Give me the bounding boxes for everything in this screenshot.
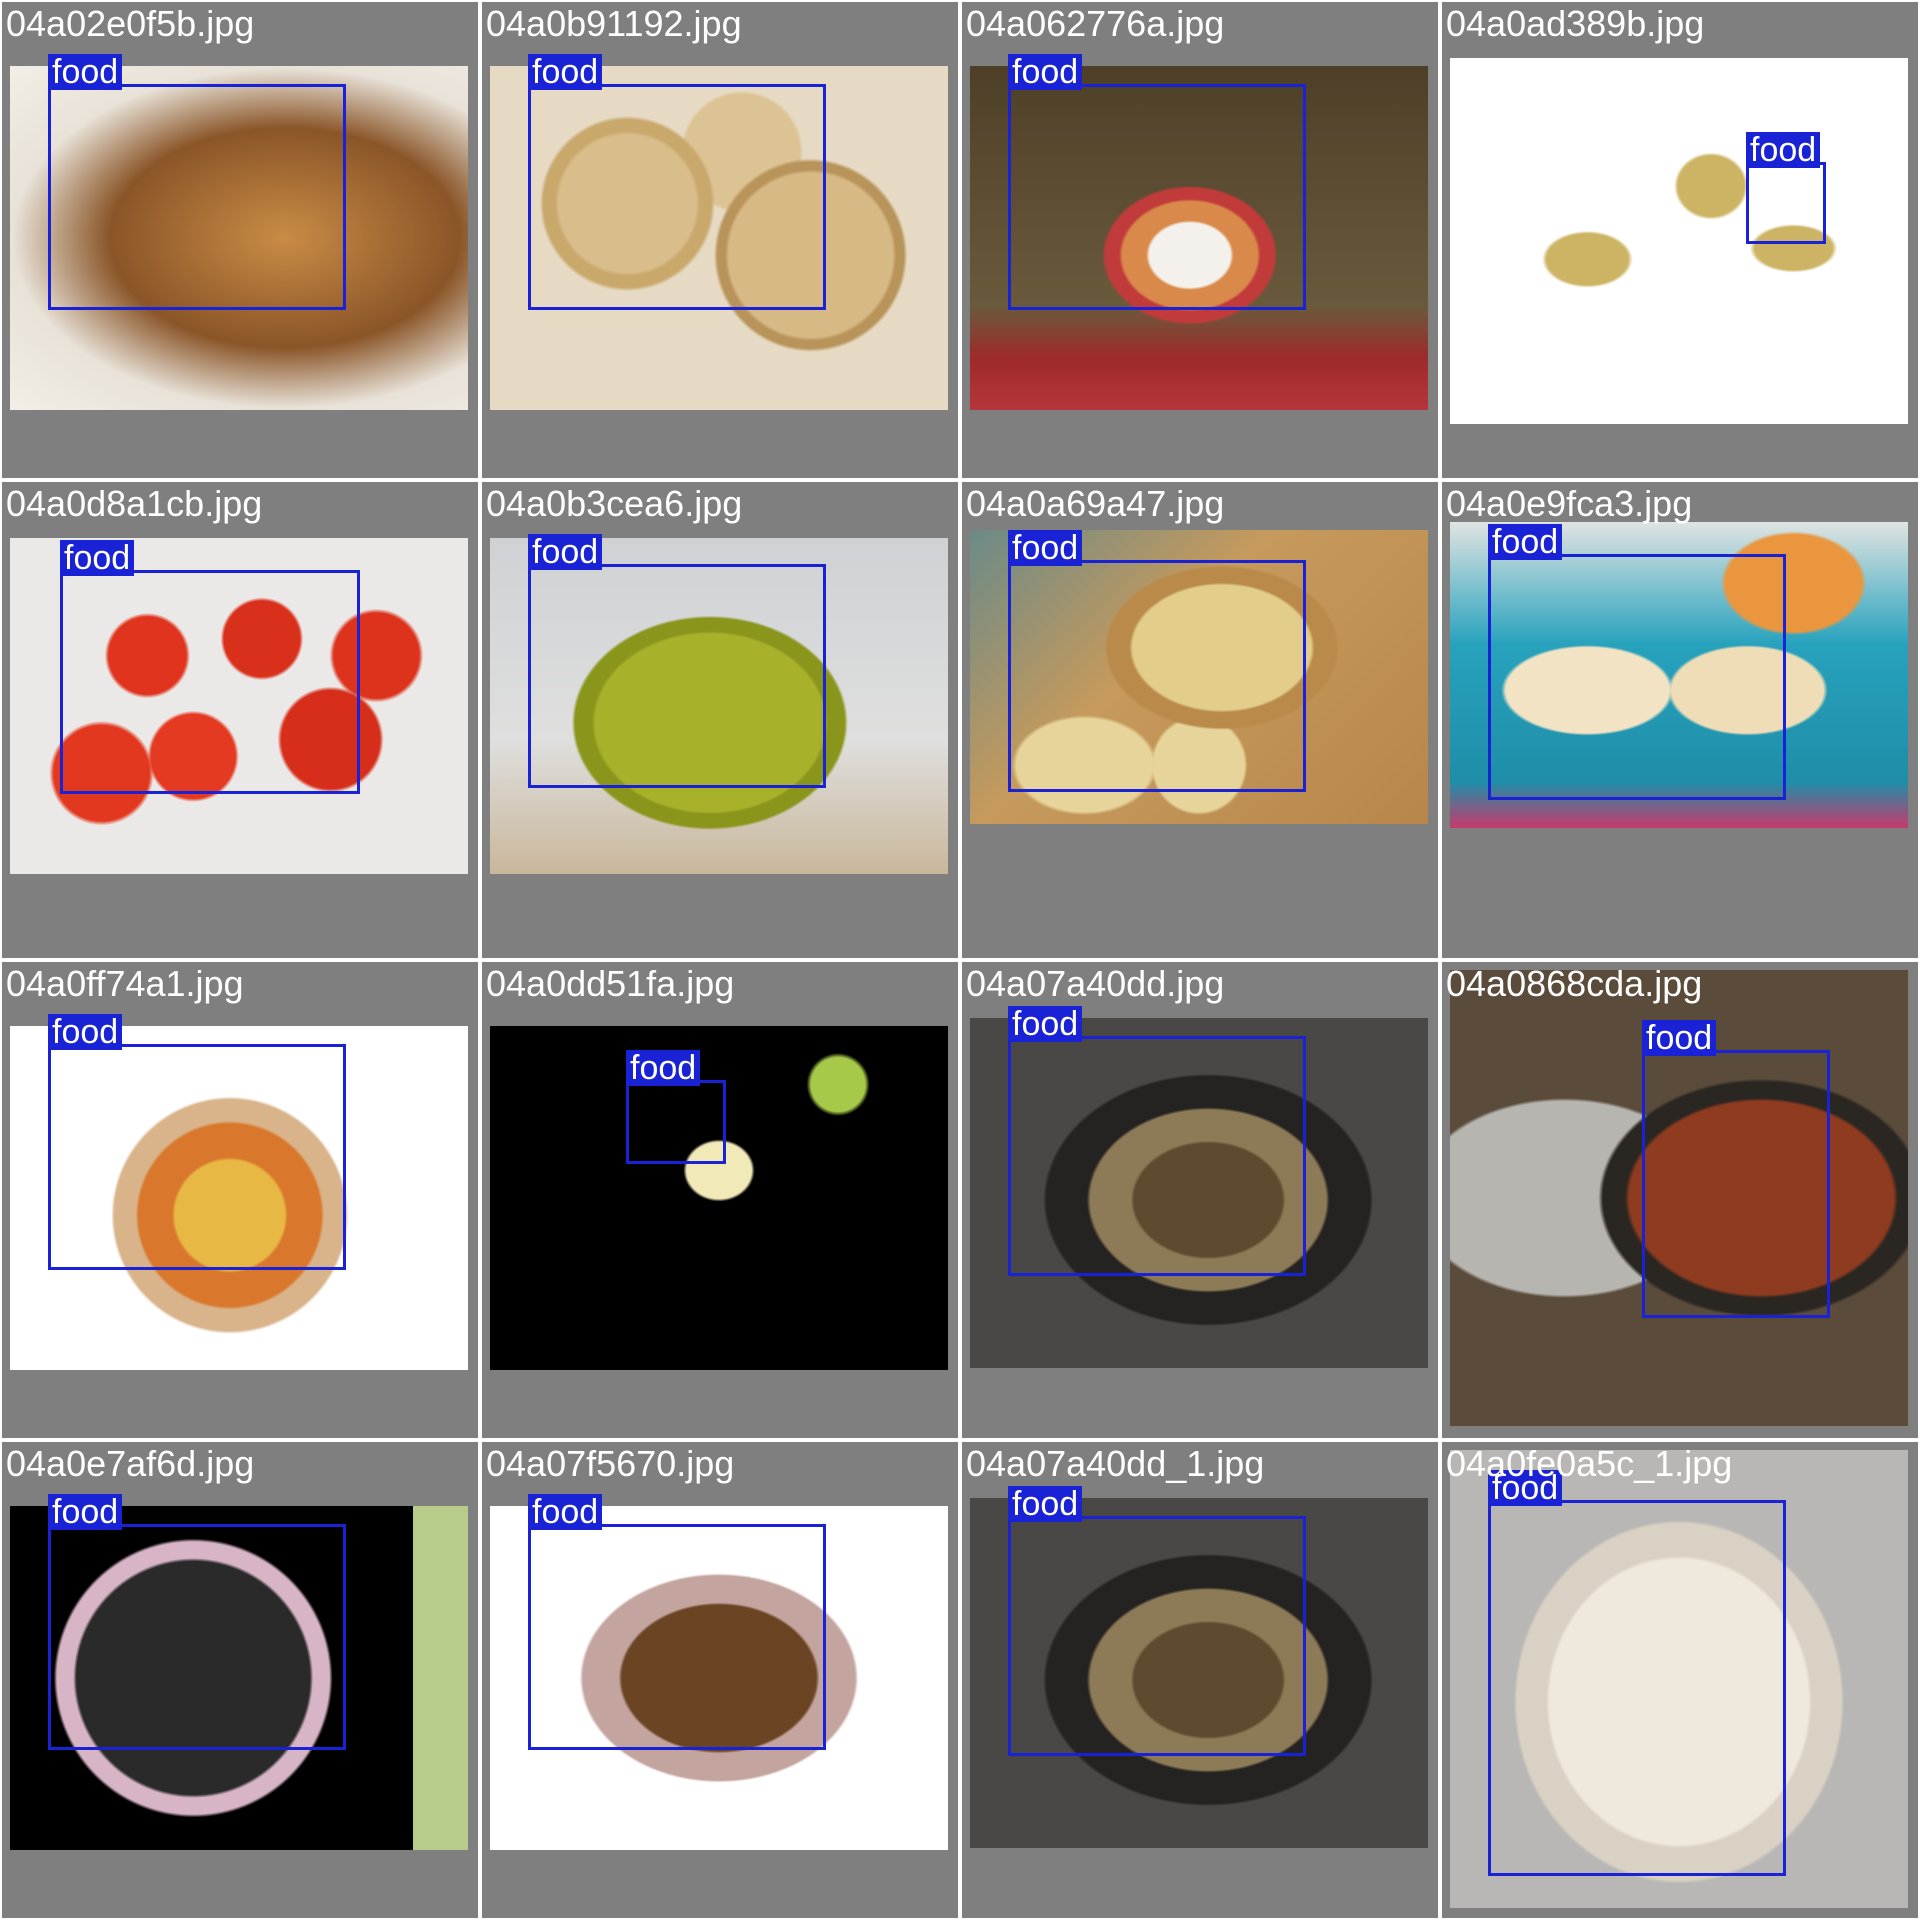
file-name: 04a0e9fca3.jpg xyxy=(1446,483,1693,524)
tile: food 04a07a40dd.jpg xyxy=(960,960,1440,1440)
bounding-box xyxy=(48,1044,346,1270)
box-label: food xyxy=(60,540,135,576)
file-name: 04a0fe0a5c_1.jpg xyxy=(1446,1443,1733,1484)
tile: food 04a0d8a1cb.jpg xyxy=(0,480,480,960)
tile: food 04a0e9fca3.jpg xyxy=(1440,480,1920,960)
file-name: 04a0b3cea6.jpg xyxy=(486,483,743,524)
file-name: 04a0b91192.jpg xyxy=(486,3,742,44)
tile: food 04a07a40dd_1.jpg xyxy=(960,1440,1440,1920)
bounding-box xyxy=(48,84,346,310)
box-label: food xyxy=(1488,524,1563,560)
file-name: 04a0e7af6d.jpg xyxy=(6,1443,255,1484)
box-label: food xyxy=(1008,530,1083,566)
file-name: 04a0868cda.jpg xyxy=(1446,963,1703,1004)
bounding-box xyxy=(1488,1500,1786,1876)
box-label: food xyxy=(528,54,603,90)
tile: food 04a07f5670.jpg xyxy=(480,1440,960,1920)
box-label: food xyxy=(48,1494,123,1530)
tile: food 04a0fe0a5c_1.jpg xyxy=(1440,1440,1920,1920)
file-name: 04a0dd51fa.jpg xyxy=(486,963,735,1004)
box-label: food xyxy=(626,1050,701,1086)
box-label: food xyxy=(528,1494,603,1530)
box-label: food xyxy=(1008,54,1083,90)
box-label: food xyxy=(1008,1486,1083,1522)
tile: food 04a0ff74a1.jpg xyxy=(0,960,480,1440)
tile: food 04a0b91192.jpg xyxy=(480,0,960,480)
photo-martini xyxy=(490,1026,948,1370)
tile: food 04a062776a.jpg xyxy=(960,0,1440,480)
box-label: food xyxy=(48,54,123,90)
bounding-box xyxy=(1008,84,1306,310)
bounding-box xyxy=(626,1080,726,1164)
photo-bunny-toppers xyxy=(1450,58,1908,424)
tile: food 04a0e7af6d.jpg xyxy=(0,1440,480,1920)
file-name: 04a0a69a47.jpg xyxy=(966,483,1225,524)
box-label: food xyxy=(1008,1006,1083,1042)
box-label: food xyxy=(48,1014,123,1050)
box-label: food xyxy=(1642,1020,1717,1056)
bounding-box xyxy=(1746,162,1826,244)
bounding-box xyxy=(1008,1516,1306,1756)
tile: food 04a0a69a47.jpg xyxy=(960,480,1440,960)
bounding-box xyxy=(528,564,826,788)
file-name: 04a0ad389b.jpg xyxy=(1446,3,1705,44)
file-name: 04a07f5670.jpg xyxy=(486,1443,735,1484)
file-name: 04a07a40dd_1.jpg xyxy=(966,1443,1265,1484)
bounding-box xyxy=(1642,1050,1830,1318)
tile: food 04a0ad389b.jpg xyxy=(1440,0,1920,480)
file-name: 04a07a40dd.jpg xyxy=(966,963,1225,1004)
bounding-box xyxy=(1488,554,1786,800)
bounding-box xyxy=(48,1524,346,1750)
bounding-box xyxy=(1008,1036,1306,1276)
box-label: food xyxy=(528,534,603,570)
bounding-box xyxy=(528,1524,826,1750)
bounding-box xyxy=(1008,560,1306,792)
file-name: 04a02e0f5b.jpg xyxy=(6,3,255,44)
box-label: food xyxy=(1746,132,1821,168)
bounding-box xyxy=(60,570,360,794)
tile: food 04a02e0f5b.jpg xyxy=(0,0,480,480)
detection-grid: food 04a02e0f5b.jpg food 04a0b91192.jpg … xyxy=(0,0,1920,1920)
bounding-box xyxy=(528,84,826,310)
file-name: 04a0ff74a1.jpg xyxy=(6,963,244,1004)
file-name: 04a062776a.jpg xyxy=(966,3,1225,44)
tile: food 04a0b3cea6.jpg xyxy=(480,480,960,960)
tile: food 04a0868cda.jpg xyxy=(1440,960,1920,1440)
tile: food 04a0dd51fa.jpg xyxy=(480,960,960,1440)
file-name: 04a0d8a1cb.jpg xyxy=(6,483,263,524)
